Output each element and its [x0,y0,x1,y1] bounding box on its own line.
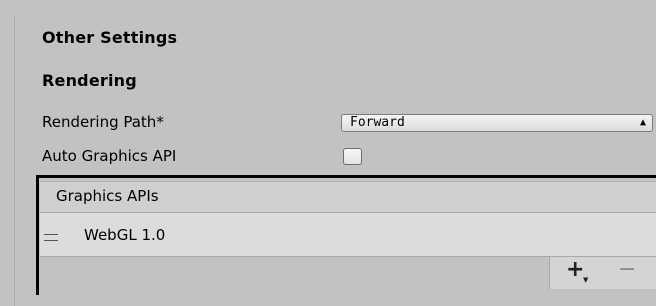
rendering-path-label: Rendering Path* [42,113,164,131]
rendering-path-dropdown[interactable]: Forward ▲ [341,114,653,132]
drag-handle-icon[interactable] [44,234,58,241]
section-title: Other Settings [42,28,178,47]
remove-button[interactable]: − [618,259,636,281]
auto-graphics-api-label: Auto Graphics API [42,147,177,165]
auto-graphics-api-checkbox[interactable] [343,148,362,165]
dropdown-arrows-icon: ▲ [639,117,646,128]
list-item[interactable]: WebGL 1.0 [84,226,165,244]
chevron-down-icon: ▼ [583,276,589,284]
rendering-path-value: Forward [350,115,405,130]
add-button[interactable]: + [566,259,584,281]
graphics-apis-header-label: Graphics APIs [56,187,159,205]
group-title: Rendering [42,71,137,90]
